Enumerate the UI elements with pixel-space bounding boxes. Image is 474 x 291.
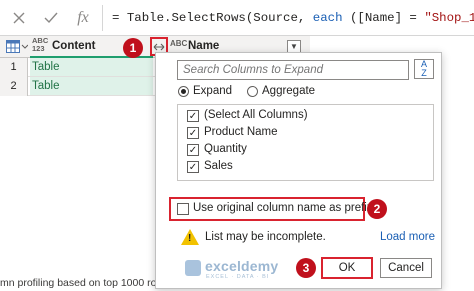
type-abc-bottom: 123 [32, 44, 45, 53]
close-icon[interactable] [8, 8, 30, 28]
formula-input[interactable]: = Table.SelectRows(Source, each ([Name] … [102, 5, 474, 31]
expand-radio-label: Expand [193, 85, 233, 97]
product-name-checkbox[interactable]: ✓ [187, 127, 199, 139]
sort-az-icon[interactable]: AZ [414, 59, 434, 79]
expand-radio[interactable] [178, 86, 189, 97]
content-cell[interactable]: Table [32, 77, 60, 96]
formula-part2: ([Name] = [342, 11, 425, 25]
formula-keyword: each [312, 11, 343, 25]
column-option-label: Sales [204, 160, 233, 172]
fx-label: fx [77, 9, 89, 26]
formula-part1: = Table.SelectRows(Source, [112, 11, 313, 25]
select-all-checkbox[interactable]: ✓ [187, 110, 199, 122]
warning-text: List may be incomplete. [205, 231, 326, 243]
table-icon[interactable] [6, 40, 29, 54]
sales-checkbox[interactable]: ✓ [187, 161, 199, 173]
load-more-link[interactable]: Load more [380, 231, 435, 243]
prefix-checkbox[interactable] [177, 203, 189, 215]
check-icon[interactable] [40, 8, 62, 28]
prefix-label: Use original column name as prefix [193, 202, 373, 214]
row-number: 2 [0, 77, 28, 96]
name-column-header[interactable]: Name [188, 40, 219, 52]
callout-badge: 3 [296, 258, 316, 278]
formula-string: "Shop_1" [424, 11, 474, 25]
cancel-button[interactable]: Cancel [380, 258, 432, 278]
text-type-icon[interactable]: ABC [170, 39, 187, 48]
watermark-subtitle: EXCEL · DATA · BI [206, 274, 270, 280]
search-columns-input[interactable] [177, 60, 409, 80]
column-option-label: Product Name [204, 126, 278, 138]
exceldemy-logo-icon [185, 260, 201, 276]
row-number: 1 [0, 58, 28, 77]
status-bar: mn profiling based on top 1000 rows [0, 277, 160, 289]
column-option-label: Quantity [204, 143, 247, 155]
type-abc-icon[interactable]: ABC 123 [32, 37, 52, 57]
watermark-title: exceldemy [205, 258, 279, 274]
aggregate-radio-label: Aggregate [262, 85, 316, 97]
content-cell[interactable]: Table [32, 58, 60, 77]
callout-badge: 1 [123, 38, 143, 58]
ok-button[interactable]: OK [321, 257, 373, 279]
callout-badge: 2 [367, 199, 387, 219]
content-column-header[interactable]: Content [52, 40, 95, 52]
warning-exclamation: ! [188, 233, 192, 244]
quantity-checkbox[interactable]: ✓ [187, 144, 199, 156]
column-option-label: (Select All Columns) [204, 109, 308, 121]
aggregate-radio[interactable] [247, 86, 258, 97]
